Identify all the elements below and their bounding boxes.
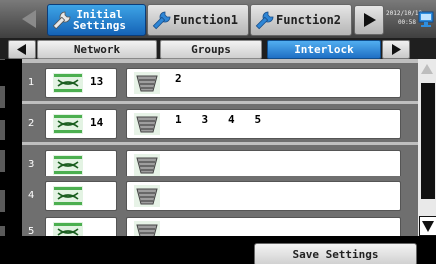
scroll-thumb[interactable] (421, 83, 435, 199)
play-right-icon (392, 44, 401, 55)
interlock-units: 2 (175, 72, 182, 85)
indoor-unit-icon (53, 73, 83, 93)
tab-initial-settings-label: Initial Settings (73, 8, 126, 32)
ventilation-unit-icon (134, 154, 160, 176)
tab-function1-label: Function1 (173, 13, 239, 27)
unit-number: 13 (90, 75, 104, 88)
time-text: 00:58 (397, 19, 416, 26)
tab-function2[interactable]: Function2 (250, 4, 352, 36)
settings-screen: Initial Settings Function1 Function2 2012… (0, 0, 436, 264)
wrench-icon (255, 11, 274, 30)
unit-select-button[interactable] (45, 181, 117, 211)
unit-number: 14 (90, 116, 104, 129)
scrollbar[interactable] (418, 59, 436, 236)
interlock-units: 1 3 4 5 (175, 113, 262, 126)
edge-mark (0, 150, 5, 172)
row-index: 1 (28, 77, 35, 88)
top-bar: Initial Settings Function1 Function2 2012… (0, 0, 436, 38)
ventilation-unit-icon (134, 185, 160, 207)
save-settings-button[interactable]: Save Settings (254, 243, 417, 264)
ventilation-unit-icon (134, 72, 160, 94)
edge-mark (0, 190, 5, 212)
sub-tab-bar: Network Groups Interlock (0, 38, 436, 59)
row-index: 2 (28, 118, 35, 129)
tab-initial-settings[interactable]: Initial Settings (47, 4, 146, 36)
ventilation-unit-icon (134, 221, 160, 236)
previous-page-icon[interactable] (12, 5, 46, 33)
edge-mark (0, 120, 5, 140)
wrench-icon (52, 11, 71, 30)
indoor-unit-icon (53, 114, 83, 134)
interlock-list: 1 13 2 2 14 1 3 4 5 3 4 5 (22, 59, 418, 236)
wrench-icon (152, 11, 171, 30)
ventilation-unit-icon (134, 113, 160, 135)
play-left-icon (17, 44, 26, 55)
unit-select-button[interactable] (45, 217, 117, 236)
indoor-unit-icon (53, 155, 83, 175)
indoor-unit-icon (53, 186, 83, 206)
edge-mark (0, 86, 5, 108)
scroll-down-button[interactable] (419, 216, 436, 236)
indoor-unit-icon (53, 222, 83, 236)
row-index: 5 (28, 226, 35, 236)
tab-function1[interactable]: Function1 (147, 4, 249, 36)
interlock-select-button[interactable] (126, 217, 401, 236)
row-index: 4 (28, 190, 35, 201)
subtab-network[interactable]: Network (37, 40, 157, 59)
scroll-up-icon[interactable] (420, 63, 434, 75)
play-right-icon (364, 13, 376, 27)
interlock-select-button[interactable]: 1 3 4 5 (126, 109, 401, 139)
subtab-interlock[interactable]: Interlock (267, 40, 381, 59)
datetime-display: 2012/10/19 00:58 (386, 9, 423, 27)
tab-function2-label: Function2 (276, 13, 342, 27)
interlock-select-button[interactable]: 2 (126, 68, 401, 98)
unit-select-button[interactable]: 13 (45, 68, 117, 98)
subtab-groups[interactable]: Groups (160, 40, 262, 59)
row-index: 3 (28, 159, 35, 170)
monitor-icon[interactable] (418, 10, 434, 28)
subtab-next-button[interactable] (382, 40, 410, 59)
next-tab-button[interactable] (354, 5, 384, 35)
unit-select-button[interactable]: 14 (45, 109, 117, 139)
subtab-prev-button[interactable] (8, 40, 36, 59)
date-text: 2012/10/19 (386, 10, 423, 17)
scroll-down-icon (422, 221, 434, 232)
interlock-select-button[interactable] (126, 181, 401, 211)
